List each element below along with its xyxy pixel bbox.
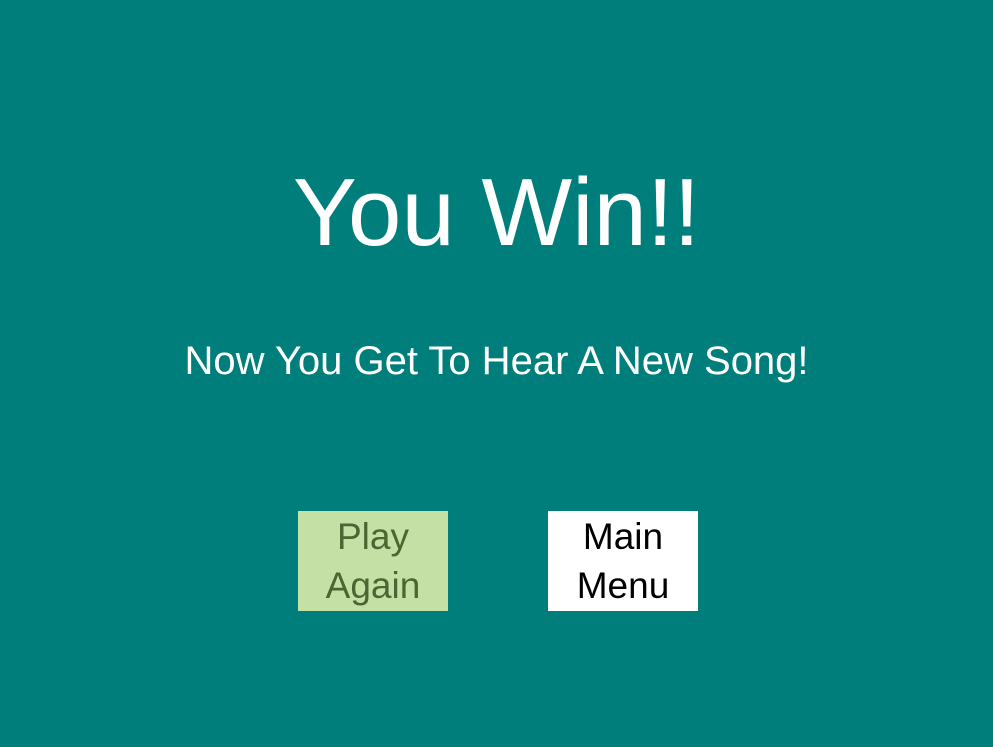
win-screen: You Win!! Now You Get To Hear A New Song… — [0, 0, 993, 747]
play-again-label: Play Again — [325, 516, 421, 606]
win-title: You Win!! — [292, 159, 701, 266]
win-subtitle: Now You Get To Hear A New Song! — [184, 339, 809, 383]
play-again-button[interactable]: Play Again — [298, 511, 448, 611]
main-menu-button[interactable]: Main Menu — [548, 511, 698, 611]
main-menu-label: Main Menu — [576, 516, 670, 606]
